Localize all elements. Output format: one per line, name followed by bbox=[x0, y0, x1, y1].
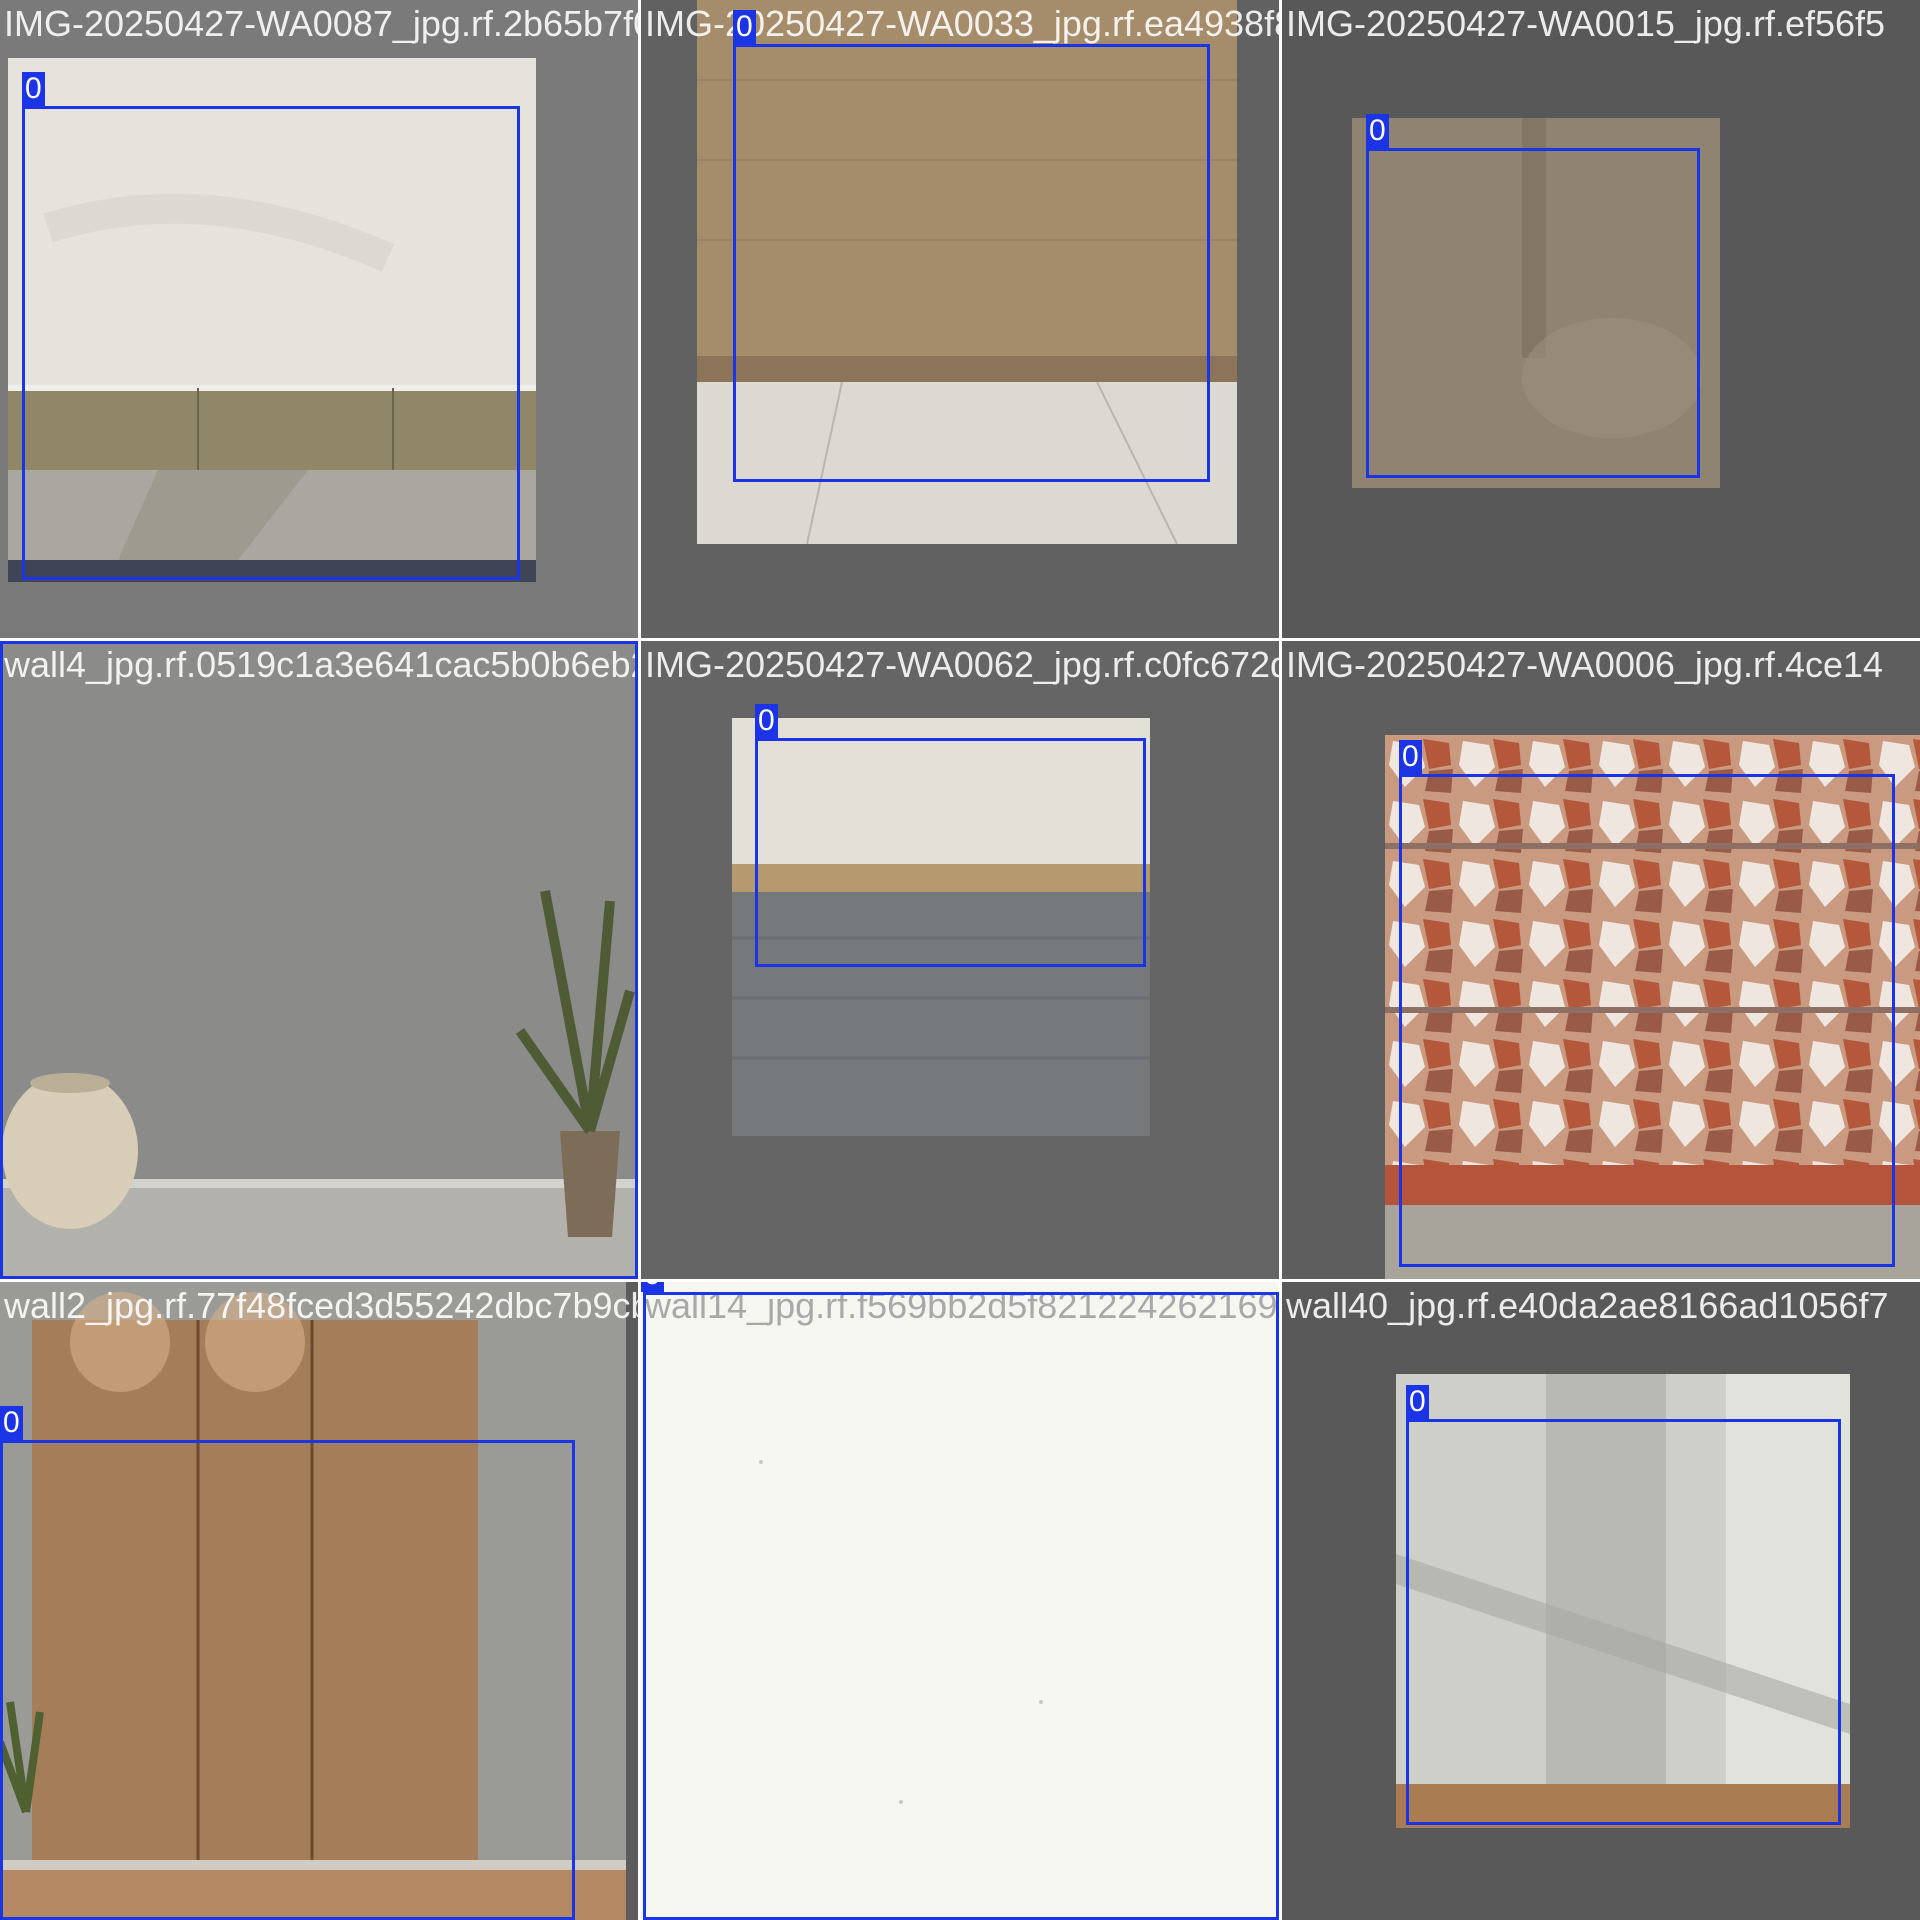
mosaic-tile: wall4_jpg.rf.0519c1a3e641cac5b0b6eb2f612… bbox=[0, 641, 638, 1279]
image-filename: IMG-20250427-WA0006_jpg.rf.4ce14 bbox=[1286, 644, 1884, 685]
bounding-box bbox=[755, 738, 1146, 967]
mosaic-tile: IMG-20250427-WA0033_jpg.rf.ea4938f82f2e2… bbox=[641, 0, 1279, 638]
mosaic-tile: wall40_jpg.rf.e40da2ae8166ad1056f7 0 bbox=[1282, 1282, 1920, 1920]
bounding-box-label: 0 bbox=[1366, 114, 1389, 148]
image-filename: IMG-20250427-WA0062_jpg.rf.c0fc672d53372 bbox=[645, 644, 1279, 685]
mosaic-tile: IMG-20250427-WA0087_jpg.rf.2b65b7f0a0250… bbox=[0, 0, 638, 638]
bounding-box bbox=[643, 1292, 1279, 1920]
image-filename: IMG-20250427-WA0087_jpg.rf.2b65b7f0a0250 bbox=[4, 3, 638, 44]
bounding-box-label: 0 bbox=[1406, 1385, 1429, 1419]
mosaic-tile: wall2_jpg.rf.77f48fced3d55242dbc7b9cba14… bbox=[0, 1282, 638, 1920]
bounding-box bbox=[733, 44, 1210, 482]
mosaic-tile: IMG-20250427-WA0015_jpg.rf.ef56f5 0 bbox=[1282, 0, 1920, 638]
bounding-box-label: 0 bbox=[22, 72, 45, 106]
bounding-box bbox=[1399, 774, 1895, 1267]
image-filename: wall2_jpg.rf.77f48fced3d55242dbc7b9cba14 bbox=[4, 1285, 638, 1326]
bounding-box-label: 0 bbox=[755, 704, 778, 738]
image-filename: IMG-20250427-WA0015_jpg.rf.ef56f5 bbox=[1286, 3, 1886, 44]
bounding-box-label: 0 bbox=[641, 1282, 664, 1292]
bounding-box bbox=[0, 1440, 575, 1920]
bounding-box bbox=[0, 641, 638, 1279]
mosaic-tile: wall14_jpg.rf.f569bb2d5f821224262169d160… bbox=[641, 1282, 1279, 1920]
bounding-box bbox=[1406, 1419, 1841, 1825]
bounding-box-label: 0 bbox=[0, 1406, 23, 1440]
bounding-box bbox=[22, 106, 520, 580]
bounding-box-label: 0 bbox=[733, 10, 756, 44]
mosaic-tile: IMG-20250427-WA0006_jpg.rf.4ce14 0 bbox=[1282, 641, 1920, 1279]
bounding-box-label: 0 bbox=[1399, 740, 1422, 774]
mosaic-grid: IMG-20250427-WA0087_jpg.rf.2b65b7f0a0250… bbox=[0, 0, 1920, 1920]
mosaic-tile: IMG-20250427-WA0062_jpg.rf.c0fc672d53372… bbox=[641, 641, 1279, 1279]
bounding-box bbox=[1366, 148, 1700, 478]
image-filename: wall40_jpg.rf.e40da2ae8166ad1056f7 bbox=[1286, 1285, 1889, 1326]
